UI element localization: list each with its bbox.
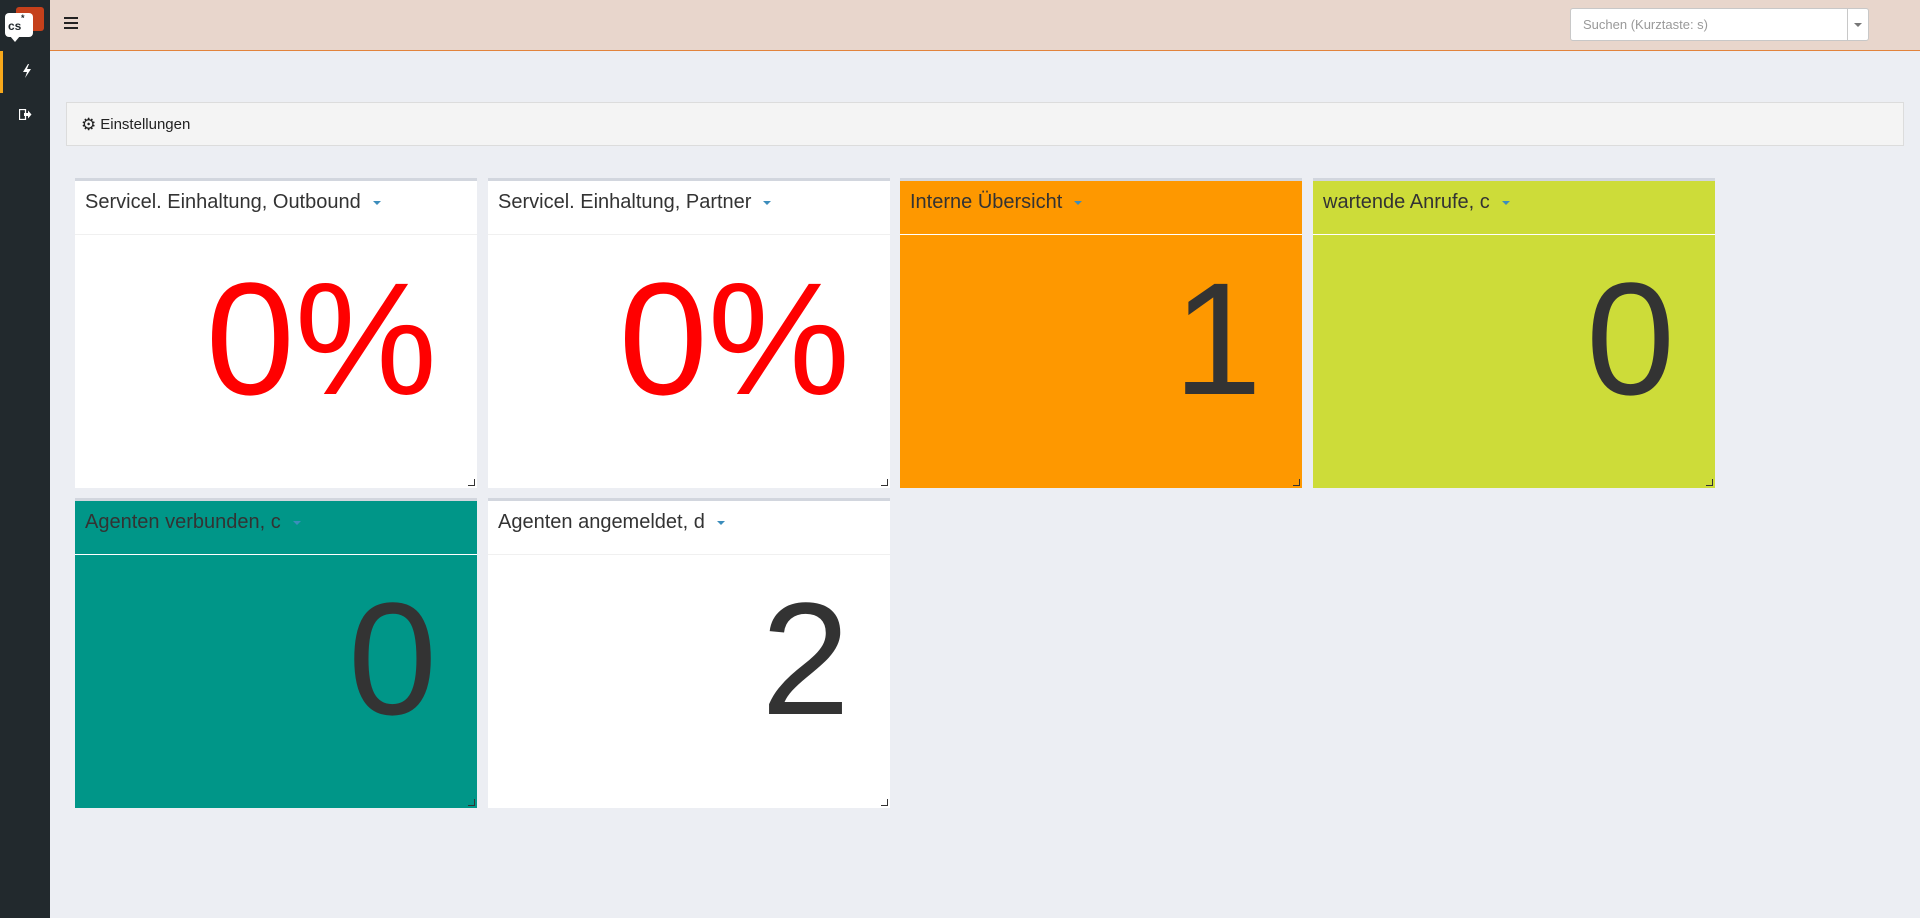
logo-tail [10, 36, 20, 42]
widget-title: Agenten angemeldet, d [498, 511, 705, 533]
app-logo[interactable]: cs * [0, 0, 50, 50]
widget-header: Servicel. Einhaltung, Partner [488, 181, 890, 235]
logo-bubble: cs * [5, 13, 33, 37]
widget-servicel-partner: Servicel. Einhaltung, Partner 0% [488, 178, 890, 488]
search-dropdown-button[interactable] [1847, 9, 1868, 40]
caret-down-icon[interactable] [372, 200, 381, 205]
resize-handle-icon[interactable] [881, 479, 888, 486]
caret-down-icon[interactable] [1501, 200, 1510, 205]
search-box [1570, 8, 1869, 41]
logo-text: cs [8, 19, 22, 33]
widget-header: Agenten verbunden, c [75, 501, 477, 555]
widget-agenten-angemeldet: Agenten angemeldet, d 2 [488, 498, 890, 808]
widget-title: Interne Übersicht [910, 191, 1063, 213]
caret-down-icon[interactable] [292, 520, 301, 525]
widget-header: wartende Anrufe, c [1313, 181, 1715, 235]
sidebar-item-dashboard[interactable] [0, 51, 50, 93]
settings-button[interactable]: ⚙ Einstellungen [66, 102, 1904, 146]
widget-header: Interne Übersicht [900, 181, 1302, 235]
widget-header: Agenten angemeldet, d [488, 501, 890, 555]
resize-handle-icon[interactable] [1706, 479, 1713, 486]
widget-value: 1 [1173, 249, 1262, 428]
widget-value: 0% [618, 249, 850, 428]
gear-icon: ⚙ [81, 114, 97, 134]
widget-value: 0 [1586, 249, 1675, 428]
resize-handle-icon[interactable] [468, 799, 475, 806]
resize-handle-icon[interactable] [468, 479, 475, 486]
caret-down-icon[interactable] [763, 200, 772, 205]
caret-down-icon[interactable] [716, 520, 725, 525]
widget-wartende-anrufe: wartende Anrufe, c 0 [1313, 178, 1715, 488]
widget-title: Agenten verbunden, c [85, 511, 281, 533]
settings-label: Einstellungen [100, 115, 191, 133]
widget-title: wartende Anrufe, c [1323, 191, 1490, 213]
widget-servicel-outbound: Servicel. Einhaltung, Outbound 0% [75, 178, 477, 488]
sidebar-item-logout[interactable] [0, 94, 50, 136]
widget-title: Servicel. Einhaltung, Outbound [85, 191, 361, 213]
logo-star: * [21, 13, 25, 23]
sign-out-icon [18, 108, 32, 123]
search-input[interactable] [1571, 9, 1849, 40]
widget-value: 0 [348, 569, 437, 748]
topbar [50, 0, 1920, 51]
sidebar: cs * [0, 0, 50, 918]
widget-header: Servicel. Einhaltung, Outbound [75, 181, 477, 235]
widget-title: Servicel. Einhaltung, Partner [498, 191, 752, 213]
bolt-icon [22, 63, 32, 81]
widget-interne-uebersicht: Interne Übersicht 1 [900, 178, 1302, 488]
widget-value: 0% [205, 249, 437, 428]
hamburger-menu-icon[interactable] [64, 17, 78, 29]
widget-agenten-verbunden: Agenten verbunden, c 0 [75, 498, 477, 808]
widget-value: 2 [761, 569, 850, 748]
caret-down-icon[interactable] [1074, 200, 1083, 205]
resize-handle-icon[interactable] [881, 799, 888, 806]
resize-handle-icon[interactable] [1293, 479, 1300, 486]
chevron-down-icon [1854, 22, 1862, 27]
